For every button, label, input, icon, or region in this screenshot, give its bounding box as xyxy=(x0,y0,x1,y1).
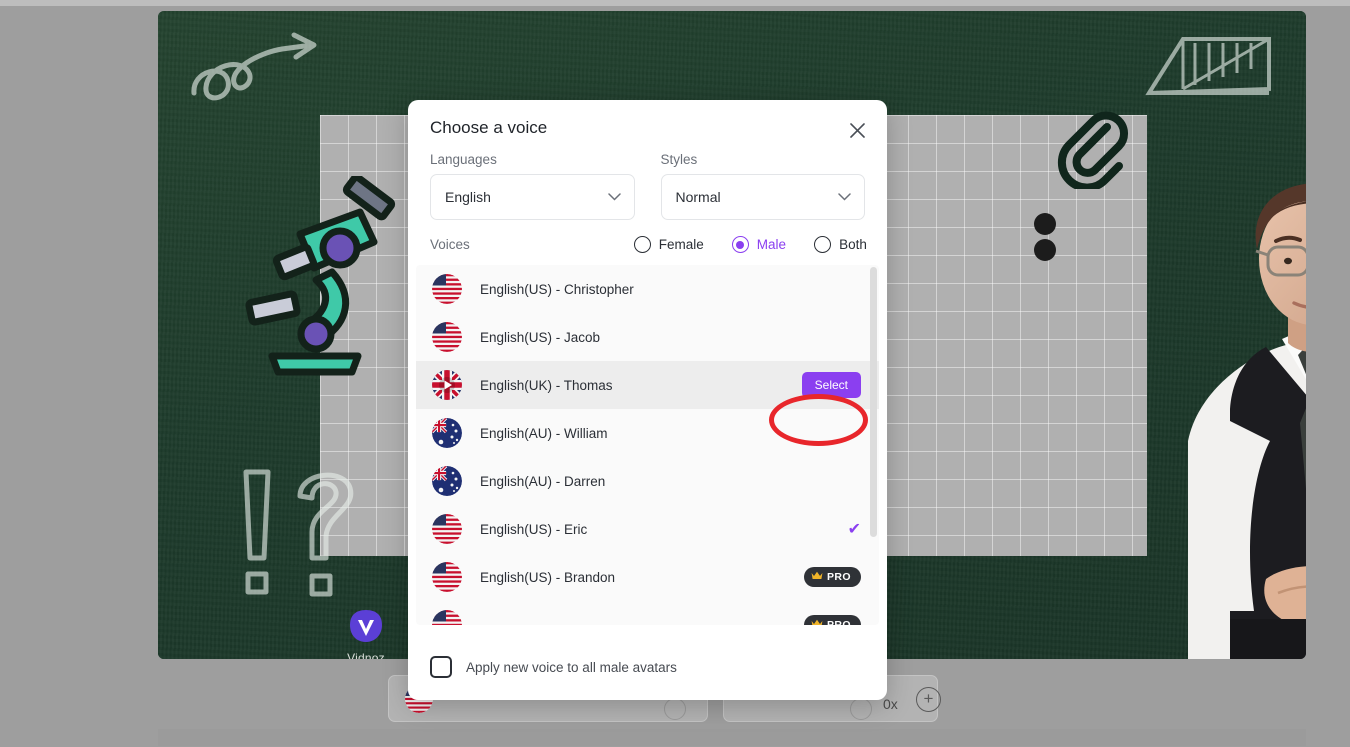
us-flag-icon[interactable] xyxy=(432,610,462,625)
radio-dot xyxy=(731,236,749,253)
plus-icon[interactable]: + xyxy=(916,687,941,712)
scrollbar-track[interactable] xyxy=(870,267,877,623)
dialog-footer: Apply new voice to all male avatars xyxy=(408,656,887,700)
apply-all-row[interactable]: Apply new voice to all male avatars xyxy=(430,656,865,678)
list-item[interactable]: English(UK) - Thomas Select xyxy=(416,361,879,409)
languages-group: Languages English xyxy=(430,152,635,220)
close-icon[interactable] xyxy=(844,117,870,143)
voice-list[interactable]: English(US) - Christopher English(US) - … xyxy=(416,265,879,625)
crown-icon xyxy=(811,571,823,583)
radio-label: Both xyxy=(839,237,867,252)
us-flag-icon[interactable] xyxy=(432,274,462,304)
radio-both[interactable]: Both xyxy=(814,236,867,253)
languages-select[interactable]: English xyxy=(430,174,635,220)
vidnoz-logo-icon xyxy=(350,610,382,642)
au-flag-icon[interactable] xyxy=(432,466,462,496)
scrollbar-thumb[interactable] xyxy=(870,267,877,537)
styles-group: Styles Normal xyxy=(660,152,865,220)
choose-voice-dialog: Choose a voice Languages English Styles xyxy=(408,100,887,700)
styles-value: Normal xyxy=(675,189,721,205)
voice-name: English(US) - Jacob xyxy=(480,329,601,345)
voice-action: PRO xyxy=(804,615,861,625)
dialog-header: Choose a voice xyxy=(408,100,887,138)
microscope-icon xyxy=(228,173,428,381)
voice-name: English(US) - Christopher xyxy=(480,281,634,297)
languages-value: English xyxy=(445,189,491,205)
us-flag-icon[interactable] xyxy=(432,562,462,592)
select-button[interactable]: Select xyxy=(801,372,861,398)
voice-name: English(UK) - Thomas xyxy=(480,377,613,393)
status-badge[interactable]: PRO xyxy=(804,615,861,625)
vidnoz-watermark: Vidnoz xyxy=(336,607,396,659)
gender-radio-group: Female Male Both xyxy=(633,236,867,253)
radio-female[interactable]: Female xyxy=(633,236,704,253)
apply-all-checkbox[interactable] xyxy=(430,656,452,678)
toolbar-bottom-bar xyxy=(158,729,1306,746)
us-flag-icon[interactable] xyxy=(432,514,462,544)
apply-all-label: Apply new voice to all male avatars xyxy=(466,659,677,675)
vidnoz-label: Vidnoz xyxy=(347,651,385,659)
paperclip-icon xyxy=(1053,111,1131,194)
radio-label: Female xyxy=(658,237,704,252)
voice-action: ✔ xyxy=(848,519,861,539)
list-item[interactable]: English(US) - Christopher xyxy=(416,265,879,313)
radio-dot xyxy=(814,236,832,253)
stage-side-button-2[interactable] xyxy=(1034,239,1056,261)
list-item[interactable]: English(AU) - William xyxy=(416,409,879,457)
filter-selects: Languages English Styles Normal xyxy=(408,138,887,220)
chalk-arrow-icon xyxy=(186,31,346,111)
radio-dot xyxy=(633,236,651,253)
voice-action: Select xyxy=(801,372,861,398)
languages-label: Languages xyxy=(430,152,497,167)
pro-label: PRO xyxy=(827,619,851,625)
voice-name: English(US) - Brandon xyxy=(480,569,616,585)
list-item[interactable]: English(US) - Jacob xyxy=(416,313,879,361)
radio-male[interactable]: Male xyxy=(731,236,787,253)
crown-icon xyxy=(811,619,823,625)
check-icon: ✔ xyxy=(847,521,861,538)
voice-list-wrapper: English(US) - Christopher English(US) - … xyxy=(416,265,879,625)
chevron-down-icon xyxy=(838,188,851,206)
stage-side-button-1[interactable] xyxy=(1034,213,1056,235)
toolbar-circle-control-1[interactable] xyxy=(664,698,686,720)
voices-filter-row: Voices Female Male Both xyxy=(408,220,887,253)
list-item[interactable]: PRO xyxy=(416,601,879,625)
status-badge[interactable]: PRO xyxy=(804,567,861,587)
voice-name: English(AU) - William xyxy=(480,425,608,441)
us-flag-icon[interactable] xyxy=(432,322,462,352)
list-item[interactable]: English(US) - Eric ✔ xyxy=(416,505,879,553)
voices-label: Voices xyxy=(430,237,470,252)
page-title: Choose a voice xyxy=(430,118,548,137)
list-item[interactable]: English(AU) - Darren xyxy=(416,457,879,505)
list-item[interactable]: English(US) - Brandon PRO xyxy=(416,553,879,601)
toolbar-circle-control-2[interactable] xyxy=(850,698,872,720)
voice-action: PRO xyxy=(804,567,861,587)
styles-label: Styles xyxy=(660,152,698,167)
chevron-down-icon xyxy=(607,188,621,206)
voice-name: English(US) - Eric xyxy=(480,521,588,537)
app-root: Vidnoz 0x + Choose a voice Languages Eng… xyxy=(0,0,1350,747)
presenter-avatar xyxy=(1158,141,1306,659)
voice-name: English(AU) - Darren xyxy=(480,473,606,489)
styles-select[interactable]: Normal xyxy=(660,174,865,220)
au-flag-icon[interactable] xyxy=(432,418,462,448)
pro-label: PRO xyxy=(827,571,851,583)
chalk-fence-icon xyxy=(1143,31,1273,101)
radio-label: Male xyxy=(756,237,787,252)
uk-flag-icon[interactable] xyxy=(432,370,462,400)
chalk-exclamation-question-icon xyxy=(228,466,408,616)
